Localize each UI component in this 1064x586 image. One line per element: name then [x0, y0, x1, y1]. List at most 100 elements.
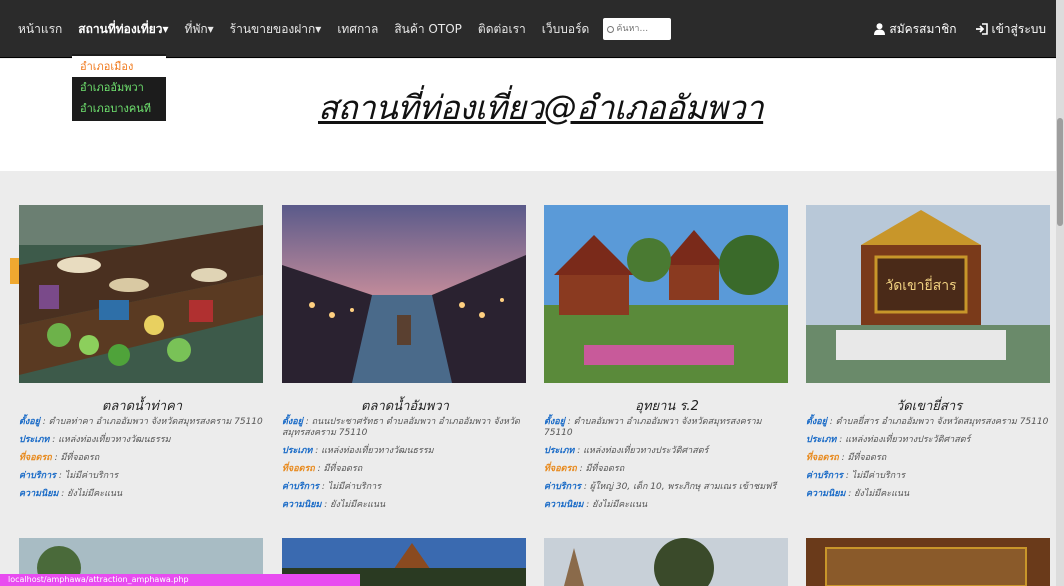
- search-icon: [607, 25, 615, 33]
- address-label: ตั้งอยู่: [282, 417, 303, 427]
- login-label: เข้าสู่ระบบ: [991, 21, 1047, 36]
- type-label: ประเภท: [19, 435, 50, 445]
- parking-text: : มีที่จอดรถ: [838, 453, 887, 463]
- parking-label: ที่จอดรถ: [544, 464, 577, 474]
- nav-contact[interactable]: ติดต่อเรา: [470, 18, 534, 40]
- card-popularity: ความนิยม : ยังไม่มีคะแนน: [544, 500, 790, 511]
- parking-text: : มีที่จอดรถ: [51, 453, 100, 463]
- parking-label: ที่จอดรถ: [282, 464, 315, 474]
- attraction-card[interactable]: ตลาดน้ำอัมพวา ตั้งอยู่ : ถนนประชาศรัทธา …: [282, 205, 528, 511]
- address-text: : ตำบลอัมพวา อำเภออัมพวา จังหวัดสมุทรสงค…: [544, 417, 762, 438]
- nav-festivals[interactable]: เทศกาล: [329, 18, 386, 40]
- card-photo-next-3[interactable]: [544, 538, 788, 586]
- page-title: สถานที่ท่องเที่ยว@อำเภออัมพวา: [318, 88, 764, 127]
- popularity-text: : ยังไม่มีคะแนน: [321, 500, 386, 510]
- card-parking: ที่จอดรถ : มีที่จอดรถ: [544, 464, 790, 475]
- nav-accommodation[interactable]: ที่พัก▾: [177, 18, 222, 40]
- address-label: ตั้งอยู่: [544, 417, 565, 427]
- card-popularity: ความนิยม : ยังไม่มีคะแนน: [806, 489, 1052, 500]
- page-scrollbar[interactable]: [1056, 0, 1064, 586]
- fee-text: : ผู้ใหญ่ 30, เด็ก 10, พระภิกษุ สามเณร เ…: [580, 482, 777, 492]
- card-popularity: ความนิยม : ยังไม่มีคะแนน: [19, 489, 265, 500]
- account-nav: สมัครสมาชิก เข้าสู่ระบบ: [856, 18, 1046, 40]
- card-parking: ที่จอดรถ : มีที่จอดรถ: [282, 464, 528, 475]
- dropdown-item-amphawa[interactable]: อำเภออัมพวา: [72, 77, 166, 98]
- fee-text: : ไม่มีค่าบริการ: [55, 471, 119, 481]
- type-text: : แหล่งท่องเที่ยวทางประวัติศาสตร์: [574, 446, 709, 456]
- card-address: ตั้งอยู่ : ตำบลท่าคา อำเภออัมพวา จังหวัด…: [19, 417, 265, 428]
- type-label: ประเภท: [282, 446, 313, 456]
- type-text: : แหล่งท่องเที่ยวทางวัฒนธรรม: [49, 435, 171, 445]
- popularity-label: ความนิยม: [19, 489, 59, 499]
- card-parking: ที่จอดรถ : มีที่จอดรถ: [19, 453, 265, 464]
- card-parking: ที่จอดรถ : มีที่จอดรถ: [806, 453, 1052, 464]
- type-label: ประเภท: [544, 446, 575, 456]
- popularity-label: ความนิยม: [282, 500, 322, 510]
- fee-label: ค่าบริการ: [806, 471, 843, 481]
- attraction-card[interactable]: อุทยาน ร.2 ตั้งอยู่ : ตำบลอัมพวา อำเภออั…: [544, 205, 790, 511]
- address-text: : ตำบลยี่สาร อำเภออัมพวา จังหวัดสมุทรสงค…: [826, 417, 1049, 427]
- address-label: ตั้งอยู่: [806, 417, 827, 427]
- card-address: ตั้งอยู่ : ตำบลอัมพวา อำเภออัมพวา จังหวั…: [544, 417, 790, 439]
- register-link[interactable]: สมัครสมาชิก: [874, 20, 957, 39]
- card-fee: ค่าบริการ : ผู้ใหญ่ 30, เด็ก 10, พระภิกษ…: [544, 482, 790, 493]
- card-title[interactable]: ตลาดน้ำท่าคา: [19, 395, 265, 415]
- type-label: ประเภท: [806, 435, 837, 445]
- search-input[interactable]: [616, 24, 669, 34]
- fee-label: ค่าบริการ: [282, 482, 319, 492]
- sign-text: วัดเขายี่สาร: [885, 276, 957, 294]
- nav-souvenir-shops[interactable]: ร้านขายของฝาก▾: [222, 18, 330, 40]
- card-type: ประเภท : แหล่งท่องเที่ยวทางประวัติศาสตร์: [806, 435, 1052, 446]
- card-address: ตั้งอยู่ : ตำบลยี่สาร อำเภออัมพวา จังหวั…: [806, 417, 1052, 428]
- card-address: ตั้งอยู่ : ถนนประชาศรัทธา ตำบลอัมพวา อำเ…: [282, 417, 528, 439]
- attraction-card[interactable]: ตลาดน้ำท่าคา ตั้งอยู่ : ตำบลท่าคา อำเภออ…: [19, 205, 265, 500]
- user-icon: [874, 23, 886, 35]
- card-popularity: ความนิยม : ยังไม่มีคะแนน: [282, 500, 528, 511]
- card-title[interactable]: ตลาดน้ำอัมพวา: [282, 395, 528, 415]
- status-url-bar: localhost/amphawa/attraction_amphawa.php: [0, 574, 360, 586]
- dropdown-item-bang-khonthi[interactable]: อำเภอบางคนที: [72, 98, 166, 119]
- scrollbar-thumb[interactable]: [1057, 118, 1063, 226]
- nav-webboard[interactable]: เว็บบอร์ด: [534, 18, 598, 40]
- card-title[interactable]: อุทยาน ร.2: [544, 395, 790, 415]
- type-text: : แหล่งท่องเที่ยวทางประวัติศาสตร์: [836, 435, 971, 445]
- sign-in-icon: [975, 23, 988, 35]
- nav-home[interactable]: หน้าแรก: [10, 18, 70, 40]
- fee-text: : ไม่มีค่าบริการ: [318, 482, 382, 492]
- dropdown-item-mueang[interactable]: อำเภอเมือง: [72, 56, 166, 77]
- card-photo-wat-khao-yisan[interactable]: วัดเขายี่สาร: [806, 205, 1050, 383]
- parking-text: : มีที่จอดรถ: [314, 464, 363, 474]
- parking-label: ที่จอดรถ: [19, 453, 52, 463]
- top-navbar: หน้าแรก สถานที่ท่องเที่ยว▾ ที่พัก▾ ร้านข…: [0, 0, 1064, 58]
- card-photo-rama-ii-park[interactable]: [544, 205, 788, 383]
- card-fee: ค่าบริการ : ไม่มีค่าบริการ: [806, 471, 1052, 482]
- login-link[interactable]: เข้าสู่ระบบ: [975, 20, 1047, 39]
- card-type: ประเภท : แหล่งท่องเที่ยวทางวัฒนธรรม: [19, 435, 265, 446]
- search-box[interactable]: [603, 18, 672, 40]
- card-fee: ค่าบริการ : ไม่มีค่าบริการ: [282, 482, 528, 493]
- register-label: สมัครสมาชิก: [889, 21, 957, 36]
- main-nav: หน้าแรก สถานที่ท่องเที่ยว▾ ที่พัก▾ ร้านข…: [10, 18, 672, 40]
- card-type: ประเภท : แหล่งท่องเที่ยวทางประวัติศาสตร์: [544, 446, 790, 457]
- attraction-card[interactable]: วัดเขายี่สาร วัดเขายี่สาร ตั้งอยู่ : ตำบ…: [806, 205, 1052, 500]
- parking-text: : มีที่จอดรถ: [576, 464, 625, 474]
- type-text: : แหล่งท่องเที่ยวทางวัฒนธรรม: [312, 446, 434, 456]
- card-photo-floating-market-thakha[interactable]: [19, 205, 263, 383]
- parking-label: ที่จอดรถ: [806, 453, 839, 463]
- nav-otop[interactable]: สินค้า OTOP: [386, 18, 470, 40]
- card-photo-amphawa-floating-market[interactable]: [282, 205, 526, 383]
- popularity-text: : ยังไม่มีคะแนน: [845, 489, 910, 499]
- fee-text: : ไม่มีค่าบริการ: [842, 471, 906, 481]
- card-title[interactable]: วัดเขายี่สาร: [806, 395, 1052, 415]
- fee-label: ค่าบริการ: [544, 482, 581, 492]
- popularity-label: ความนิยม: [544, 500, 584, 510]
- address-text: : ถนนประชาศรัทธา ตำบลอัมพวา อำเภออัมพวา …: [282, 417, 520, 438]
- nav-attractions[interactable]: สถานที่ท่องเที่ยว▾: [70, 18, 176, 40]
- fee-label: ค่าบริการ: [19, 471, 56, 481]
- popularity-text: : ยังไม่มีคะแนน: [583, 500, 648, 510]
- popularity-label: ความนิยม: [806, 489, 846, 499]
- card-photo-next-4[interactable]: [806, 538, 1050, 586]
- card-fee: ค่าบริการ : ไม่มีค่าบริการ: [19, 471, 265, 482]
- attractions-dropdown: อำเภอเมือง อำเภออัมพวา อำเภอบางคนที: [72, 54, 166, 121]
- address-label: ตั้งอยู่: [19, 417, 40, 427]
